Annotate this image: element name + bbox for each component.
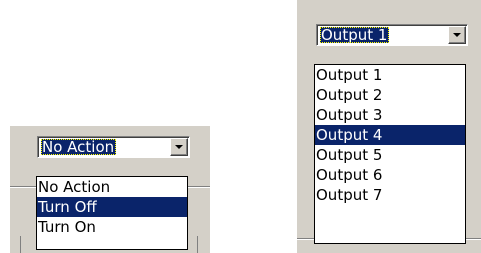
action-option-turn-on[interactable]: Turn On <box>37 217 187 237</box>
action-dropdown-list: No Action Turn Off Turn On <box>36 176 188 250</box>
left-group-edge-right <box>197 236 198 253</box>
output-dropdown-button[interactable] <box>448 26 466 44</box>
output-option-3[interactable]: Output 3 <box>315 105 465 125</box>
output-option-1[interactable]: Output 1 <box>315 65 465 85</box>
action-combo-box[interactable]: No Action <box>37 136 190 158</box>
action-option-no-action[interactable]: No Action <box>37 177 187 197</box>
output-option-6[interactable]: Output 6 <box>315 165 465 185</box>
chevron-down-icon <box>453 33 461 37</box>
output-option-2[interactable]: Output 2 <box>315 85 465 105</box>
output-combo-box[interactable]: Output 1 <box>316 24 468 46</box>
output-option-7[interactable]: Output 7 <box>315 185 465 205</box>
left-group-edge-left <box>20 236 21 253</box>
output-dropdown-list: Output 1 Output 2 Output 3 Output 4 Outp… <box>314 64 466 244</box>
action-combo-selected: No Action <box>41 138 117 156</box>
action-dropdown-button[interactable] <box>170 138 188 156</box>
output-combo-selected: Output 1 <box>320 26 390 44</box>
action-option-turn-off[interactable]: Turn Off <box>37 197 187 217</box>
chevron-down-icon <box>175 145 183 149</box>
output-option-5[interactable]: Output 5 <box>315 145 465 165</box>
output-option-4[interactable]: Output 4 <box>315 125 465 145</box>
